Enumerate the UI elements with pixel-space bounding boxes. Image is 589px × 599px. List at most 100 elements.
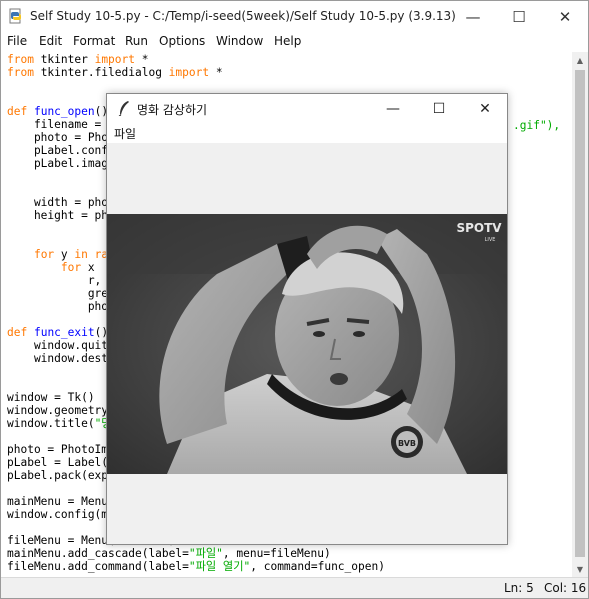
svg-text:BVB: BVB xyxy=(398,439,416,448)
status-col: Col: 16 xyxy=(544,581,587,595)
code-line: window.title("명 xyxy=(7,417,112,430)
code-line: mainMenu.add_cascade(label="파일", menu=fi… xyxy=(7,547,331,560)
code-line: fileMenu.add_command(label="파일 열기", comm… xyxy=(7,560,385,573)
code-token: window.geometry xyxy=(7,404,109,417)
code-token: photo = Phot xyxy=(7,131,115,144)
code-token: height = ph xyxy=(7,209,109,222)
tk-maximize-button[interactable]: ☐ xyxy=(416,94,462,123)
idle-titlebar[interactable]: Self Study 10-5.py - C:/Temp/i-seed(5wee… xyxy=(1,1,588,32)
menu-file[interactable]: File xyxy=(7,34,27,48)
code-token: func_exit xyxy=(33,326,95,339)
code-token: pLabel.conf xyxy=(7,144,109,157)
code-line: from tkinter import * xyxy=(7,53,148,66)
code-line: for x xyxy=(7,261,95,274)
code-token: func_open xyxy=(33,105,95,118)
code-line: def func_open(): xyxy=(7,105,115,118)
code-token: window.title( xyxy=(7,417,95,430)
code-token: window = Tk() xyxy=(7,391,95,404)
code-line: window.quit xyxy=(7,339,108,352)
code-line: from tkinter.filedialog import * xyxy=(7,66,223,79)
maximize-icon: ☐ xyxy=(432,100,446,117)
feather-icon xyxy=(118,101,129,116)
code-token: mainMenu.add_cascade(label= xyxy=(7,547,189,560)
code-line: photo = PhotoIm xyxy=(7,443,108,456)
code-token: gre xyxy=(7,287,109,300)
minimize-icon: — xyxy=(386,100,400,117)
code-token: pLabel = Label( xyxy=(7,456,109,469)
code-token: def xyxy=(7,326,28,339)
code-token: * xyxy=(135,53,149,66)
code-line: gre xyxy=(7,287,108,300)
grayscale-photo: BVB SPOTV LIVE xyxy=(107,214,507,474)
tk-menu-file[interactable]: 파일 xyxy=(114,125,136,142)
tk-window-title: 명화 감상하기 xyxy=(137,103,208,117)
close-icon: ✕ xyxy=(479,100,491,117)
code-line: filename = xyxy=(7,118,101,131)
code-line: pLabel.imag xyxy=(7,157,108,170)
code-token: pho xyxy=(7,300,109,313)
code-token: , command=func_open) xyxy=(250,560,385,573)
code-token: , menu=fileMenu) xyxy=(222,547,331,560)
menu-format[interactable]: Format xyxy=(73,34,115,48)
scroll-down-icon[interactable]: ▼ xyxy=(572,561,588,577)
code-line: pho xyxy=(7,300,108,313)
scrollbar-thumb[interactable] xyxy=(575,70,585,557)
code-line: width = pho xyxy=(7,196,108,209)
code-token: "파일 열기" xyxy=(188,560,251,573)
code-token: import xyxy=(168,66,210,79)
code-line: mainMenu = Menu xyxy=(7,495,108,508)
code-token: window.dest xyxy=(7,352,109,365)
scroll-up-icon[interactable]: ▲ xyxy=(572,52,588,68)
watermark-subtext: LIVE xyxy=(485,237,496,243)
tk-titlebar[interactable]: 명화 감상하기 — ☐ ✕ xyxy=(107,94,507,123)
vertical-scrollbar[interactable]: ▲ ▼ xyxy=(572,52,588,577)
code-token: fileMenu.add_command(label= xyxy=(7,560,189,573)
code-line: window.geometry xyxy=(7,404,108,417)
status-line: Ln: 5 xyxy=(504,581,534,595)
code-token: width = pho xyxy=(7,196,109,209)
status-bar: Ln: 5 Col: 16 xyxy=(1,577,588,598)
code-token: r, xyxy=(7,274,102,287)
code-token: window.config(m xyxy=(7,508,109,521)
menu-options[interactable]: Options xyxy=(159,34,205,48)
minimize-icon: — xyxy=(465,7,481,26)
code-line: pLabel.pack(exp xyxy=(7,469,108,482)
code-token: in xyxy=(74,248,88,261)
code-token: def xyxy=(7,105,28,118)
code-token: photo = PhotoIm xyxy=(7,443,109,456)
menu-edit[interactable]: Edit xyxy=(39,34,62,48)
tk-close-button[interactable]: ✕ xyxy=(462,94,508,123)
minimize-button[interactable]: — xyxy=(450,1,496,32)
code-line: photo = Phot xyxy=(7,131,115,144)
tk-menubar: 파일 xyxy=(107,123,507,143)
code-token: pLabel.pack(exp xyxy=(7,469,109,482)
code-line: height = ph xyxy=(7,209,108,222)
code-token: y xyxy=(54,248,75,261)
code-token: for xyxy=(33,248,55,261)
code-token: import xyxy=(94,53,135,66)
menu-run[interactable]: Run xyxy=(125,34,148,48)
menu-window[interactable]: Window xyxy=(216,34,263,48)
close-icon: ✕ xyxy=(558,7,572,26)
code-token: tkinter xyxy=(33,53,95,66)
code-line: window = Tk() xyxy=(7,391,95,404)
close-button[interactable]: ✕ xyxy=(542,1,588,32)
menu-help[interactable]: Help xyxy=(274,34,301,48)
code-line: pLabel = Label( xyxy=(7,456,108,469)
code-line: def func_exit() xyxy=(7,326,108,339)
code-token: "파일" xyxy=(188,547,223,560)
code-token: window.quit xyxy=(7,339,109,352)
code-token: from xyxy=(7,66,34,79)
code-line: pLabel.conf xyxy=(7,144,108,157)
code-token: for xyxy=(60,261,82,274)
maximize-button[interactable]: ☐ xyxy=(496,1,542,32)
tk-minimize-button[interactable]: — xyxy=(370,94,416,123)
code-token: * xyxy=(209,66,223,79)
code-token: mainMenu = Menu xyxy=(7,495,109,508)
idle-menubar: File Edit Format Run Options Window Help xyxy=(1,32,588,52)
